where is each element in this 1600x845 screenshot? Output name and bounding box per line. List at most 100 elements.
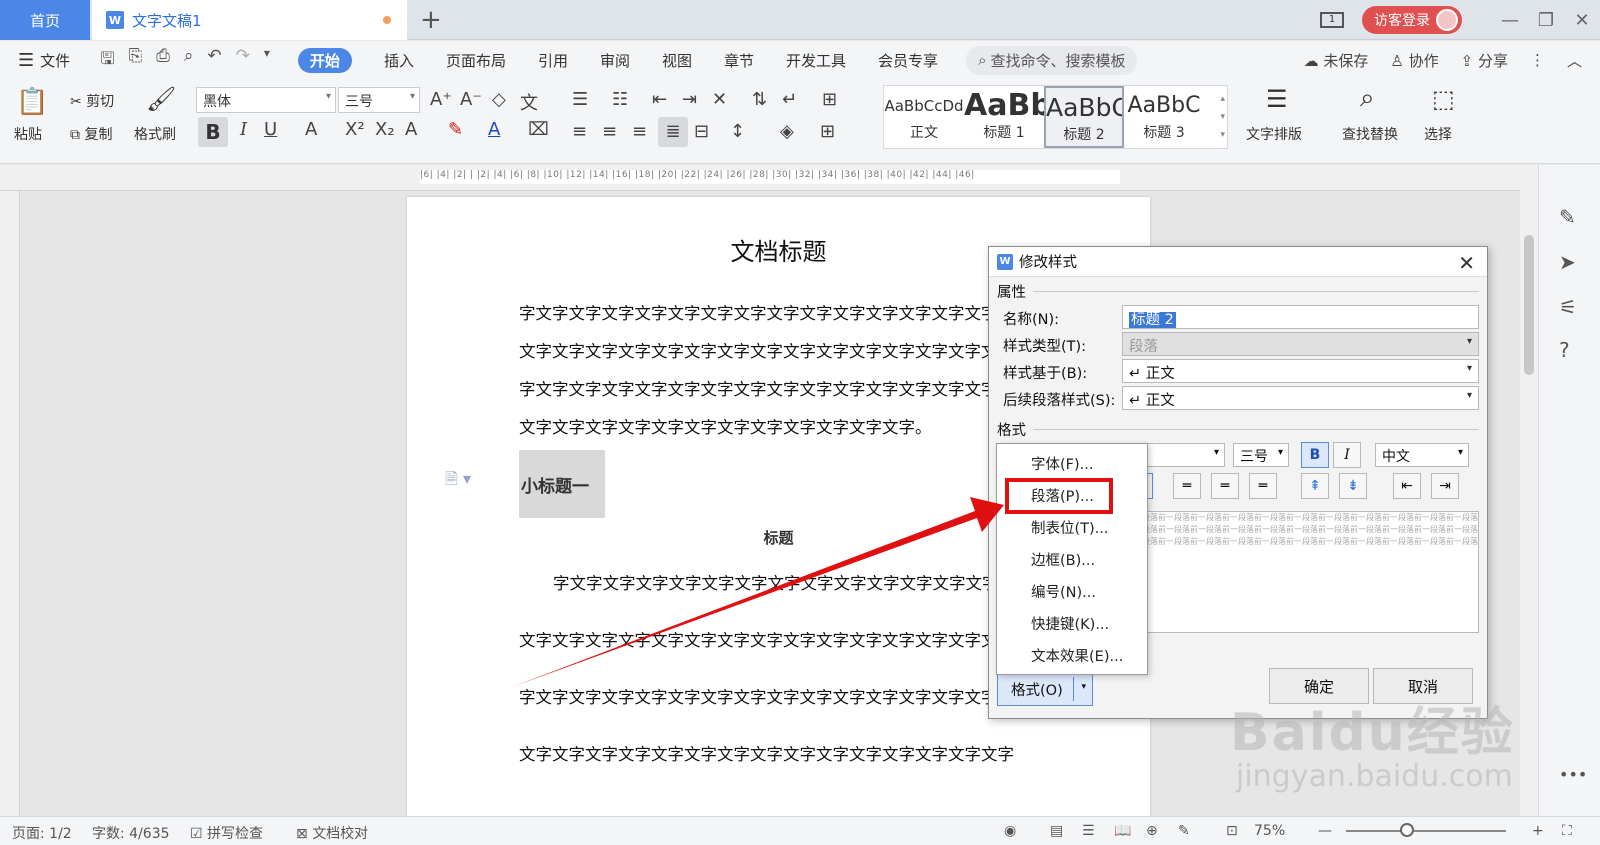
phonetic-icon[interactable]: 文 [520,89,538,115]
indent-increase-icon[interactable]: ⇥ [1431,473,1459,499]
font-name-select[interactable]: 黑体 ▾ [196,87,336,113]
close-icon[interactable]: ✕ [1458,251,1475,275]
page-indicator[interactable]: 页面: 1/2 [12,823,72,843]
tab-chapter[interactable]: 章节 [724,50,754,71]
italic-icon[interactable]: I [240,119,247,140]
zoom-slider[interactable] [1346,830,1506,832]
sort-icon[interactable]: ⇅ [752,89,767,110]
style-heading-1[interactable]: AaBb 标题 1 [964,86,1044,148]
menu-item-numbering[interactable]: 编号(N)... [1031,581,1096,602]
spell-check-button[interactable]: ☑ 拼写检查 [190,823,263,843]
minimize-icon[interactable]: — [1492,10,1528,31]
find-replace-button[interactable]: 查找替换 [1342,124,1398,144]
eye-protection-icon[interactable]: ◉ [1004,823,1016,839]
read-view-icon[interactable]: 📖 [1114,823,1131,839]
char-border-icon[interactable]: ⌧ [528,119,549,140]
decrease-indent-icon[interactable]: ⇤ [652,89,667,110]
web-view-icon[interactable]: ⊕ [1146,823,1158,839]
align-center-icon[interactable]: ═ [1173,473,1201,499]
page-count-icon[interactable]: 1 [1320,12,1344,28]
grow-font-icon[interactable]: A⁺ [430,89,452,110]
tab-home[interactable]: 首页 [0,0,90,40]
dialog-titlebar[interactable]: W 修改样式 [989,247,1487,277]
collapse-ribbon-icon[interactable]: ︿ [1567,50,1582,71]
word-count[interactable]: 字数: 4/635 [92,823,170,843]
paste-icon[interactable]: 📋 [16,87,48,117]
font-size-select[interactable]: 三号 ▾ [1233,443,1289,467]
style-heading-3[interactable]: AaBbC 标题 3 [1124,86,1204,148]
distribute-icon[interactable]: ⊟ [694,121,709,142]
show-marks-icon[interactable]: ↵ [782,89,797,110]
borders-icon[interactable]: ⊞ [820,121,835,142]
gallery-scroll-icon[interactable]: ▴ ▾ ▾ [1220,90,1225,144]
menu-item-border[interactable]: 边框(B)... [1031,549,1095,570]
format-dropdown-button[interactable]: 格式(O) ▾ [997,672,1093,706]
align-center-icon[interactable]: ≡ [602,121,617,142]
font-name-select[interactable]: ▾ [1143,443,1225,467]
menu-item-text-effect[interactable]: 文本效果(E)... [1031,645,1123,666]
tabs-icon[interactable]: ⊞ [822,89,837,110]
clear-format-icon[interactable]: ◇ [492,89,506,110]
style-heading-2[interactable]: AaBbC 标题 2 [1044,86,1124,148]
command-search[interactable]: ⌕ 查找命令、搜索模板 [966,45,1138,75]
tab-document[interactable]: W 文字文稿1 [92,0,407,40]
font-size-select[interactable]: 三号 ▾ [338,87,420,113]
write-view-icon[interactable]: ✎ [1178,823,1190,839]
help-icon[interactable]: ? [1559,338,1570,362]
copy-button[interactable]: ⧉ 复制 [70,124,112,144]
bold-button[interactable]: B [198,117,228,147]
shrink-font-icon[interactable]: A⁻ [460,89,482,110]
new-tab-button[interactable]: + [420,5,442,35]
align-right-icon[interactable]: ═ [1211,473,1239,499]
align-left-icon[interactable]: ≡ [572,121,587,142]
cut-button[interactable]: ✂ 剪切 [70,91,114,111]
style-name-field[interactable]: 标题 2 [1122,305,1479,329]
zoom-out-icon[interactable]: — [1318,823,1332,839]
zoom-level[interactable]: 75% [1254,823,1285,839]
text-layout-icon[interactable]: ☰ [1266,85,1288,113]
highlight-icon[interactable]: ✎ [448,119,463,140]
menu-item-tabs[interactable]: 制表位(T)... [1031,517,1109,538]
file-menu[interactable]: ☰ 文件 [18,50,70,71]
numbering-icon[interactable]: ☷ [612,89,628,110]
style-normal[interactable]: AaBbCcDd 正文 [884,86,964,148]
paste-button[interactable]: 粘贴 [14,124,42,144]
next-style-select[interactable]: ↵ 正文 ▾ [1122,386,1479,410]
tab-member[interactable]: 会员专享 [878,50,938,71]
share-button[interactable]: ⇪ 分享 [1461,50,1508,71]
proofread-button[interactable]: ⊠ 文档校对 [296,823,368,843]
select-icon[interactable]: ⬚ [1432,85,1455,113]
chinese-layout-icon[interactable]: ✕ [712,89,727,110]
restore-icon[interactable]: ❐ [1528,10,1564,31]
find-icon[interactable]: ⌕ [1360,83,1375,114]
outline-view-icon[interactable]: ☰ [1082,823,1095,839]
tab-view[interactable]: 视图 [662,50,692,71]
indent-decrease-icon[interactable]: ⇤ [1393,473,1421,499]
strikethrough-icon[interactable]: A [305,119,317,140]
menu-item-shortcut[interactable]: 快捷键(K)... [1031,613,1109,634]
fullscreen-icon[interactable]: ⛶ [1562,823,1572,839]
vertical-scrollbar[interactable] [1520,165,1538,816]
tab-insert[interactable]: 插入 [384,50,414,71]
redo-icon[interactable]: ↷ [236,46,250,75]
justify-icon[interactable]: ≣ [658,117,688,147]
tab-review[interactable]: 审阅 [600,50,630,71]
tab-start[interactable]: 开始 [297,47,352,73]
menu-item-font[interactable]: 字体(F)... [1031,453,1093,474]
shading-icon[interactable]: ◈ [780,121,794,142]
cursor-icon[interactable]: ➤ [1559,250,1576,274]
ruler-track[interactable]: |6| |4| |2| | |2| |4| |6| |8| |10| |12| … [420,170,1120,184]
based-on-select[interactable]: ↵ 正文 ▾ [1122,359,1479,383]
increase-indent-icon[interactable]: ⇥ [682,89,697,110]
align-right-icon[interactable]: ≡ [632,121,647,142]
more-icon[interactable]: ••• [1559,765,1587,784]
bullets-icon[interactable]: ☰ [572,89,588,110]
pen-icon[interactable]: ✎ [1559,205,1576,229]
paragraph-handle-icon[interactable]: 🗎 ▾ [445,468,471,495]
format-painter-button[interactable]: 格式刷 [134,124,176,144]
font-color-icon[interactable]: A [488,119,500,140]
line-spacing-icon[interactable]: ↕ [730,121,745,142]
collab-button[interactable]: ♙ 协作 [1390,50,1438,71]
print-preview-icon[interactable]: ⌕ [184,46,194,75]
more-icon[interactable]: ⋮ [1530,51,1545,69]
